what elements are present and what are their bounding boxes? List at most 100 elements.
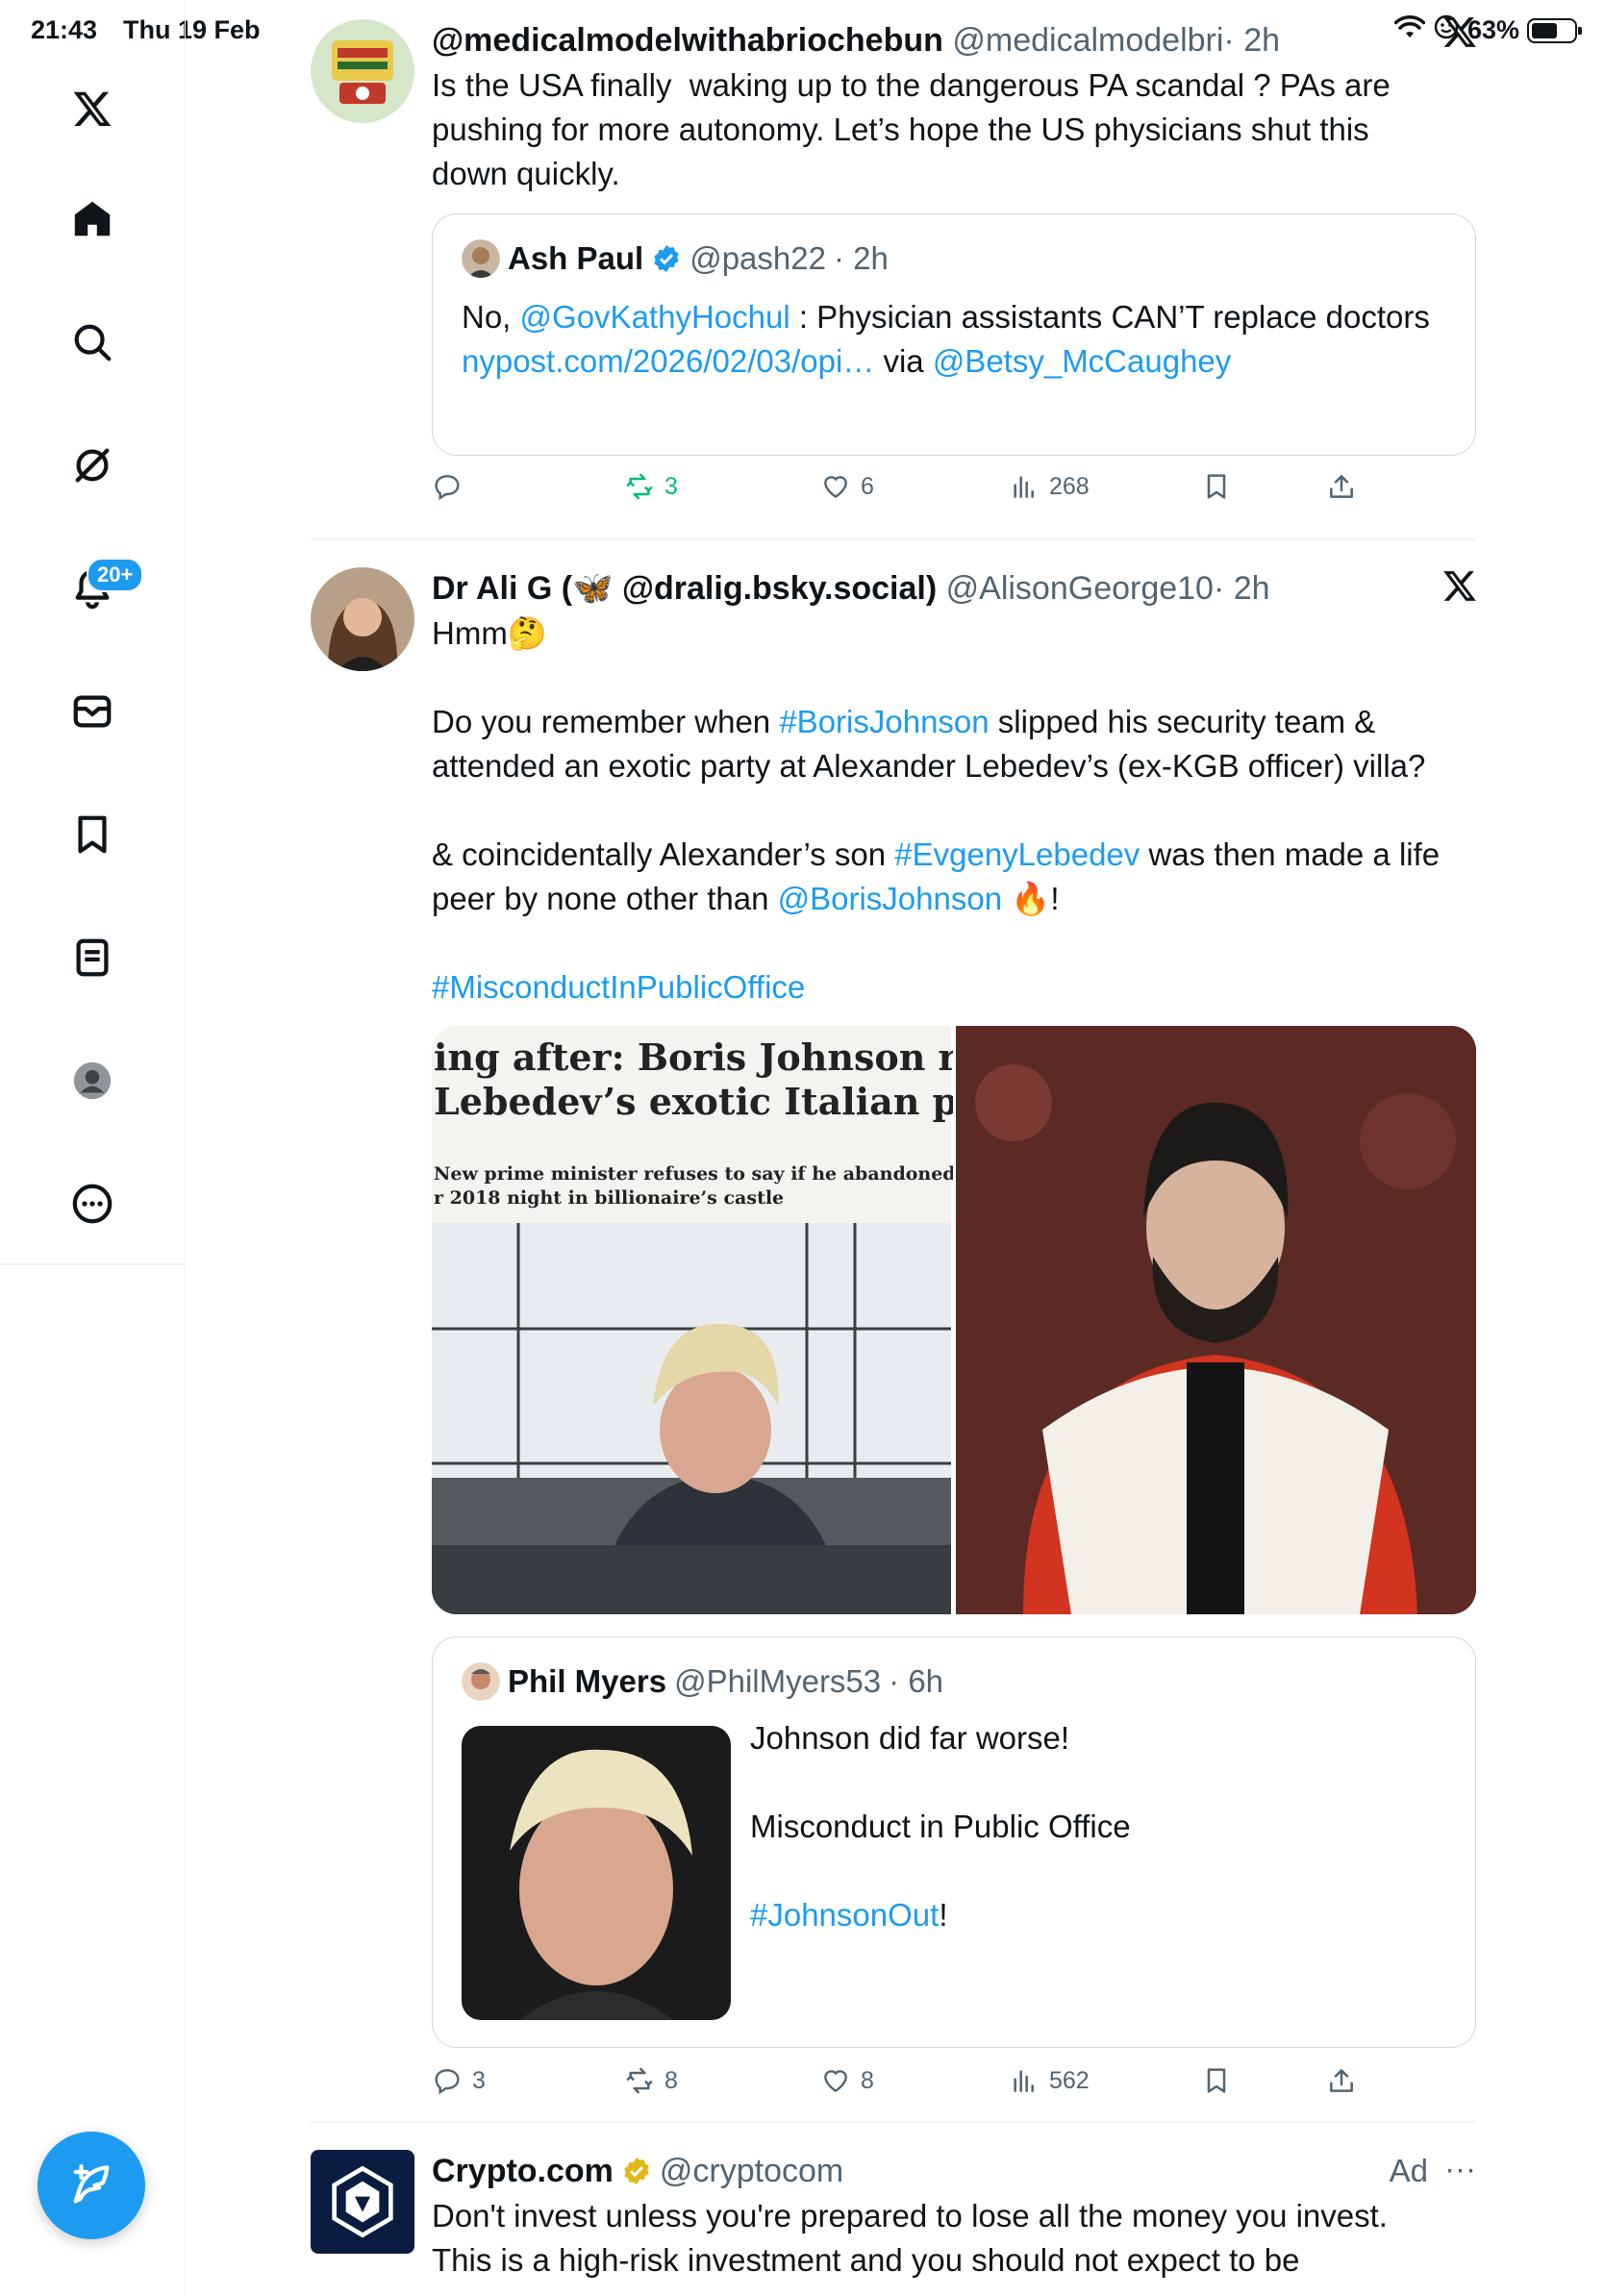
- mention-link[interactable]: @GovKathyHochul: [520, 299, 790, 335]
- media-subheadline: New prime minister refuses to say if he …: [434, 1162, 953, 1210]
- views-button[interactable]: 562: [1009, 2065, 1090, 2096]
- compose-feather-icon: [73, 2164, 110, 2204]
- author-handle[interactable]: @medicalmodelbri: [952, 22, 1223, 59]
- more-icon[interactable]: [60, 1171, 125, 1236]
- retweet-button[interactable]: 8: [624, 2065, 678, 2096]
- boris-johnson-photo: [432, 1223, 951, 1614]
- quote-text-part: Johnson did far worse!: [750, 1720, 1070, 1756]
- battery-icon: [1527, 17, 1582, 43]
- quote-avatar: [462, 1662, 500, 1701]
- bookmark-button[interactable]: [1201, 2065, 1232, 2096]
- mention-link[interactable]: @BorisJohnson: [778, 881, 1002, 916]
- quote-text-part: Misconduct in Public Office: [750, 1809, 1131, 1844]
- tweet-text-part: & coincidentally Alexander’s son: [432, 836, 895, 872]
- heart-icon: [824, 476, 847, 499]
- media-headline-line: Lebedev’s exotic Italian party: [434, 1080, 953, 1123]
- search-icon[interactable]: [60, 310, 125, 375]
- hashtag-link[interactable]: #JohnsonOut: [750, 1897, 939, 1933]
- verified-gold-badge-icon: [624, 2158, 649, 2184]
- avatar[interactable]: [311, 2150, 414, 2254]
- more-options-icon[interactable]: ···: [1444, 2150, 1476, 2188]
- like-button[interactable]: 8: [820, 2065, 874, 2096]
- mention-link[interactable]: @Betsy_McCaughey: [933, 343, 1231, 379]
- messages-icon[interactable]: [60, 679, 125, 744]
- author-name[interactable]: Crypto.com: [432, 2150, 614, 2192]
- quote-text-part: !: [939, 1897, 948, 1933]
- lists-icon[interactable]: [60, 925, 125, 990]
- profile-icon[interactable]: [60, 1048, 125, 1113]
- bookmarks-icon[interactable]: [60, 802, 125, 867]
- heart-icon: [824, 2070, 847, 2093]
- hashtag-link[interactable]: #MisconductInPublicOffice: [432, 969, 805, 1005]
- like-button[interactable]: 6: [820, 471, 874, 502]
- quote-time: · 6h: [889, 1663, 944, 1699]
- media-headline: ing after: Boris Johnson recoveLebedev’s…: [434, 1036, 953, 1124]
- x-logo-icon[interactable]: [60, 77, 125, 142]
- url-link[interactable]: nypost.com/2026/02/03/opi…: [462, 343, 874, 379]
- reply-button[interactable]: [432, 471, 472, 502]
- quote-avatar: [462, 239, 500, 278]
- x-app-screen: 21:43 Thu 19 Feb 63% 20+ @medicalmodelwi…: [0, 0, 1604, 2296]
- quote-text-part: : Physician assistants CAN’T replace doc…: [789, 299, 1430, 335]
- quote-photo: [462, 1726, 731, 2020]
- retweet-icon: [626, 473, 653, 500]
- tweet-time: · 2h: [1223, 22, 1281, 59]
- quoted-tweet[interactable]: Ash Paul @pash22 · 2h No, @GovKathyHochul…: [432, 213, 1476, 456]
- media-headline-line: ing after: Boris Johnson recove: [434, 1036, 953, 1079]
- tweet-text-part: Hmm🤔: [432, 615, 547, 651]
- media-subheadline-line: r 2018 night in billionaire’s castle: [434, 1187, 785, 1209]
- tweet-divider: [311, 538, 1476, 540]
- retweet-button[interactable]: 3: [624, 471, 678, 502]
- views-icon: [1014, 476, 1034, 498]
- reply-icon: [435, 475, 460, 501]
- evgeny-lebedev-photo: [956, 1026, 1476, 1614]
- share-icon: [1330, 475, 1353, 498]
- avatar[interactable]: [311, 567, 414, 671]
- share-button[interactable]: [1326, 471, 1357, 502]
- author-name[interactable]: Dr Ali G (🦋 @dralig.bsky.social): [432, 570, 937, 607]
- avatar[interactable]: [311, 19, 414, 123]
- media-image-lebedev[interactable]: [956, 1026, 1476, 1614]
- reply-count: 3: [472, 2066, 486, 2094]
- view-count: 562: [1049, 2066, 1090, 2094]
- reply-button[interactable]: 3: [432, 2065, 486, 2096]
- like-count: 6: [861, 472, 874, 500]
- compose-button[interactable]: [38, 2132, 145, 2239]
- author-handle[interactable]: @cryptocom: [660, 2150, 843, 2192]
- tweet-divider: [311, 2121, 1476, 2123]
- crypto-com-logo-icon: [332, 2165, 393, 2238]
- sidebar-nav: 20+: [0, 0, 186, 2296]
- quote-author-name: Ash Paul: [508, 240, 644, 276]
- quote-time: · 2h: [833, 240, 889, 276]
- notifications-badge: 20+: [87, 558, 144, 592]
- retweet-count: 8: [664, 2066, 678, 2094]
- quote-text-part: No,: [462, 299, 520, 335]
- grok-icon[interactable]: [60, 433, 125, 498]
- media-image-newspaper[interactable]: ing after: Boris Johnson recoveLebedev’s…: [432, 1026, 953, 1614]
- hashtag-link[interactable]: #BorisJohnson: [779, 704, 989, 739]
- retweet-count: 3: [664, 472, 678, 500]
- tweet-header: @medicalmodelwithabriochebun @medicalmod…: [432, 19, 1476, 62]
- tweet-text-part: Do you remember when: [432, 704, 780, 739]
- x-logo-icon[interactable]: [1441, 13, 1479, 52]
- hashtag-link[interactable]: #EvgenyLebedev: [894, 836, 1140, 872]
- retweet-icon: [626, 2067, 653, 2094]
- home-icon[interactable]: [60, 187, 125, 252]
- quoted-tweet[interactable]: Phil Myers @PhilMyers53 · 6h Johnson did …: [432, 1636, 1476, 2048]
- views-icon: [1014, 2070, 1034, 2092]
- tweet-text: Is the USA finally waking up to the dang…: [432, 67, 1399, 191]
- author-name[interactable]: @medicalmodelwithabriochebun: [432, 22, 943, 59]
- tweet-time: · 2h: [1213, 570, 1270, 607]
- quote-header: Ash Paul @pash22 · 2h: [462, 237, 889, 280]
- tweet-header: Crypto.com @cryptocom: [432, 2150, 1476, 2192]
- views-button[interactable]: 268: [1009, 471, 1090, 502]
- quote-author-handle: @pash22: [689, 240, 826, 276]
- like-count: 8: [861, 2066, 874, 2094]
- share-button[interactable]: [1326, 2065, 1357, 2096]
- quote-media[interactable]: [462, 1726, 731, 2020]
- author-handle[interactable]: @AlisonGeorge10: [946, 570, 1214, 607]
- bookmark-icon: [1207, 474, 1226, 499]
- bookmark-button[interactable]: [1201, 471, 1232, 502]
- quote-header: Phil Myers @PhilMyers53 · 6h: [462, 1660, 943, 1703]
- tweet-media[interactable]: ing after: Boris Johnson recoveLebedev’s…: [432, 1026, 1476, 1614]
